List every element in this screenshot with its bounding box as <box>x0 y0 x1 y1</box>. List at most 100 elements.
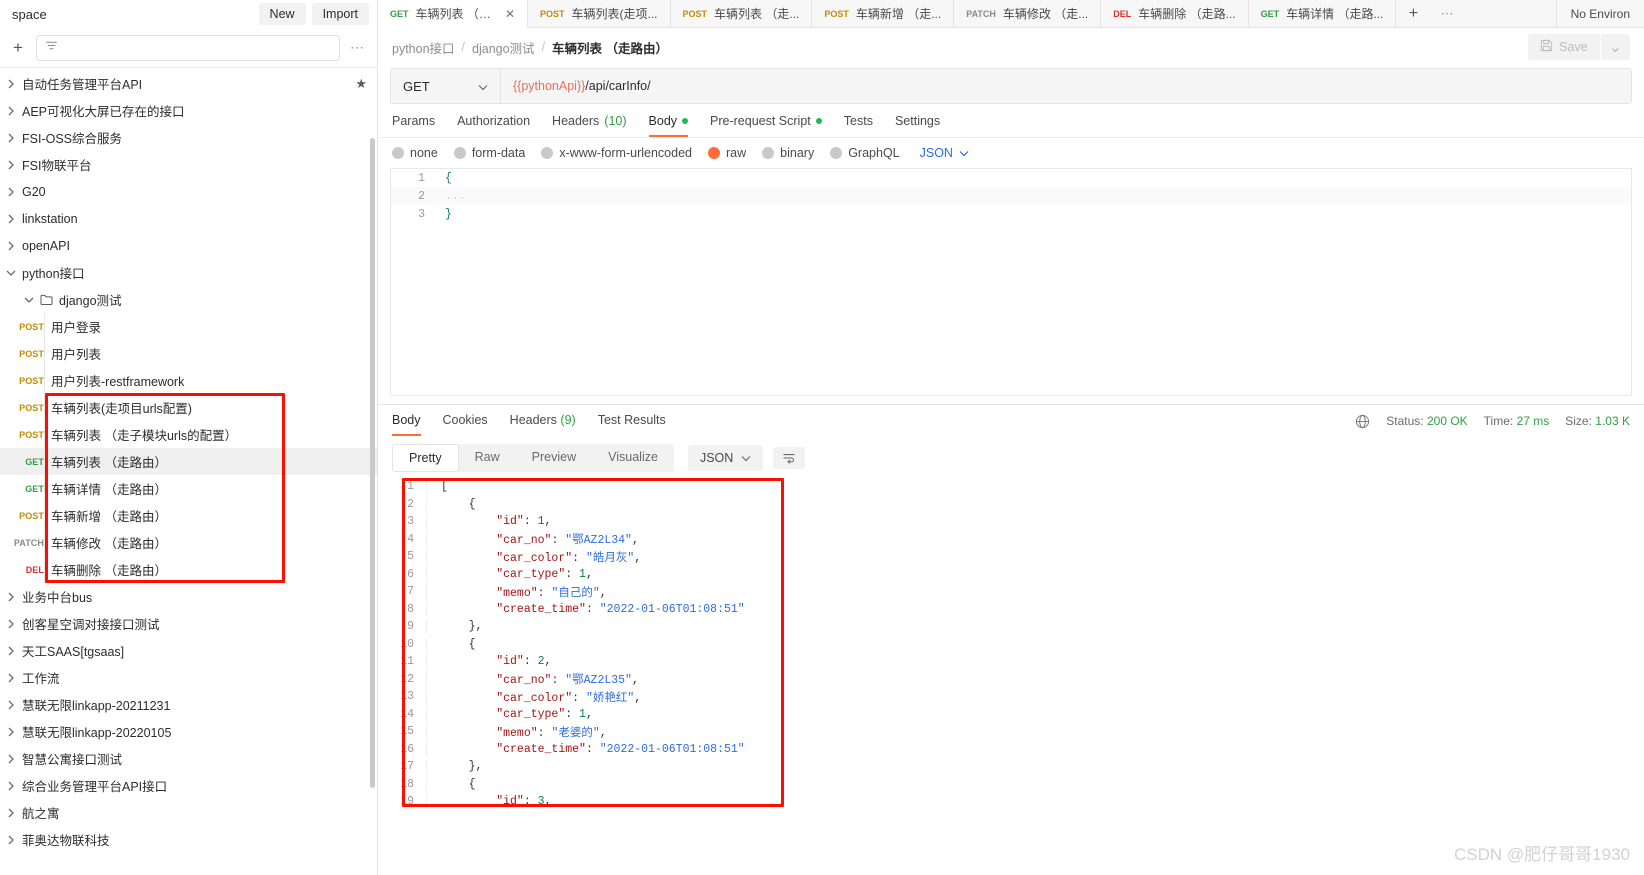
chevron-right-icon[interactable] <box>0 79 22 89</box>
collection-item-python-api[interactable]: python接口 <box>0 259 377 286</box>
request-item-user-list[interactable]: POST 用户列表 <box>0 340 377 367</box>
request-item-car-detail-router[interactable]: GET 车辆详情 （走路由） <box>0 475 377 502</box>
chevron-right-icon[interactable] <box>0 835 22 845</box>
request-body-editor[interactable]: 1 { 2 ... 3 } <box>390 168 1632 396</box>
raw-format-select[interactable]: JSON <box>920 146 969 160</box>
response-tab-headers[interactable]: Headers (9) <box>510 413 576 436</box>
collection-item[interactable]: G20 <box>0 178 377 205</box>
collection-item[interactable]: FSI物联平台 <box>0 151 377 178</box>
request-item-car-delete-router[interactable]: DEL 车辆删除 （走路由） <box>0 556 377 583</box>
tabbar-more-icon[interactable]: ⋯ <box>1430 0 1464 27</box>
chevron-right-icon[interactable] <box>0 133 22 143</box>
chevron-right-icon[interactable] <box>0 241 22 251</box>
collection-item[interactable]: 创客星空调对接接口测试 <box>0 610 377 637</box>
search-input[interactable] <box>64 40 331 55</box>
response-body-viewer[interactable]: 1[2 {3 "id": 1, 4 "car_no": "鄂AZ2L34", 5 "… <box>378 478 1644 875</box>
breadcrumb-item-folder[interactable]: django测试 <box>472 38 535 57</box>
chevron-right-icon[interactable] <box>0 727 22 737</box>
wrap-lines-icon[interactable] <box>773 447 806 469</box>
chevron-right-icon[interactable] <box>0 214 22 224</box>
body-type-urlencoded[interactable]: x-www-form-urlencoded <box>541 146 692 160</box>
body-type-graphql[interactable]: GraphQL <box>830 146 900 160</box>
chevron-right-icon[interactable] <box>0 808 22 818</box>
option-label: raw <box>726 146 747 160</box>
tab-car-create[interactable]: POST 车辆新增 （走... <box>812 0 955 27</box>
chevron-right-icon[interactable] <box>0 187 22 197</box>
chevron-down-icon[interactable] <box>18 296 40 304</box>
import-button[interactable]: Import <box>311 3 369 25</box>
tab-authorization[interactable]: Authorization <box>457 114 530 137</box>
new-button[interactable]: New <box>258 3 306 25</box>
tab-car-detail[interactable]: GET 车辆详情 （走路... <box>1248 0 1397 27</box>
body-type-none[interactable]: none <box>392 146 438 160</box>
view-pretty[interactable]: Pretty <box>392 444 459 472</box>
collection-item[interactable]: 慧联无限linkapp-20211231 <box>0 691 377 718</box>
chevron-right-icon[interactable] <box>0 592 22 602</box>
collection-item[interactable]: 自动任务管理平台API ★ <box>0 70 377 97</box>
request-item-car-list-submodule-urls[interactable]: POST 车辆列表 （走子模块urls的配置） <box>0 421 377 448</box>
view-raw[interactable]: Raw <box>459 444 516 472</box>
tab-car-list-router[interactable]: GET 车辆列表 （走路... ✕ <box>378 0 528 28</box>
response-tab-body[interactable]: Body <box>392 413 421 436</box>
collection-item[interactable]: 菲奥达物联科技 <box>0 826 377 853</box>
tab-headers[interactable]: Headers (10) <box>552 114 626 137</box>
collection-item[interactable]: 业务中台bus <box>0 583 377 610</box>
collection-item[interactable]: linkstation <box>0 205 377 232</box>
add-collection-icon[interactable]: + <box>8 38 28 58</box>
url-input[interactable]: {{pythonApi}}/api/carInfo/ <box>501 69 1631 103</box>
tab-car-delete[interactable]: DEL 车辆删除 （走路... <box>1101 0 1249 27</box>
body-type-raw[interactable]: raw <box>708 146 746 160</box>
collection-item[interactable]: AEP可视化大屏已存在的接口 <box>0 97 377 124</box>
tab-pre-request-script[interactable]: Pre-request Script <box>710 114 822 137</box>
filter-input-wrap[interactable] <box>36 34 340 61</box>
response-format-select[interactable]: JSON <box>687 445 764 471</box>
chevron-right-icon[interactable] <box>0 754 22 764</box>
body-type-form-data[interactable]: form-data <box>453 146 525 160</box>
response-tab-cookies[interactable]: Cookies <box>443 413 488 436</box>
star-icon[interactable]: ★ <box>355 76 367 92</box>
request-item-car-list-project-urls[interactable]: POST 车辆列表(走项目urls配置) <box>0 394 377 421</box>
close-icon[interactable]: ✕ <box>505 7 515 21</box>
response-tab-test-results[interactable]: Test Results <box>598 413 666 436</box>
chevron-right-icon[interactable] <box>0 781 22 791</box>
collection-item[interactable]: 航之寓 <box>0 799 377 826</box>
sidebar-more-icon[interactable]: ⋯ <box>348 39 367 56</box>
tab-car-update[interactable]: PATCH 车辆修改 （走... <box>954 0 1102 27</box>
folder-item-django-test[interactable]: django测试 <box>0 286 377 313</box>
view-visualize[interactable]: Visualize <box>592 444 674 472</box>
chevron-right-icon[interactable] <box>0 700 22 710</box>
request-item-car-create-router[interactable]: POST 车辆新增 （走路由） <box>0 502 377 529</box>
save-dropdown-icon[interactable]: ⌄ <box>1600 34 1630 60</box>
collection-item[interactable]: openAPI <box>0 232 377 259</box>
request-item-car-update-router[interactable]: PATCH 车辆修改 （走路由） <box>0 529 377 556</box>
chevron-down-icon[interactable] <box>0 269 22 277</box>
environment-selector[interactable]: No Environ <box>1555 0 1644 27</box>
body-type-binary[interactable]: binary <box>762 146 814 160</box>
chevron-right-icon[interactable] <box>0 106 22 116</box>
save-button[interactable]: Save <box>1528 34 1600 60</box>
new-tab-icon[interactable]: + <box>1396 0 1430 27</box>
view-preview[interactable]: Preview <box>516 444 592 472</box>
collection-item[interactable]: 综合业务管理平台API接口 <box>0 772 377 799</box>
chevron-right-icon[interactable] <box>0 160 22 170</box>
tab-params[interactable]: Params <box>392 114 435 137</box>
tab-tests[interactable]: Tests <box>844 114 873 137</box>
collection-item[interactable]: 智慧公寓接口测试 <box>0 745 377 772</box>
sidebar-scrollbar[interactable] <box>370 138 375 788</box>
collection-item[interactable]: 工作流 <box>0 664 377 691</box>
tab-settings[interactable]: Settings <box>895 114 940 137</box>
collection-item[interactable]: 天工SAAS[tgsaas] <box>0 637 377 664</box>
chevron-right-icon[interactable] <box>0 646 22 656</box>
chevron-right-icon[interactable] <box>0 673 22 683</box>
tab-car-list-project-urls[interactable]: POST 车辆列表(走项... <box>528 0 671 27</box>
collection-item[interactable]: 慧联无限linkapp-20220105 <box>0 718 377 745</box>
request-item-car-list-router[interactable]: GET 车辆列表 （走路由） <box>0 448 377 475</box>
http-method-select[interactable]: GET <box>391 69 501 103</box>
breadcrumb-item-collection[interactable]: python接口 <box>392 38 455 57</box>
request-item-user-list-drf[interactable]: POST 用户列表-restframework <box>0 367 377 394</box>
tab-body[interactable]: Body <box>648 114 689 137</box>
collection-item[interactable]: FSI-OSS综合服务 <box>0 124 377 151</box>
chevron-right-icon[interactable] <box>0 619 22 629</box>
tab-car-list-submodule[interactable]: POST 车辆列表 （走... <box>670 0 813 27</box>
request-item-user-login[interactable]: POST 用户登录 <box>0 313 377 340</box>
